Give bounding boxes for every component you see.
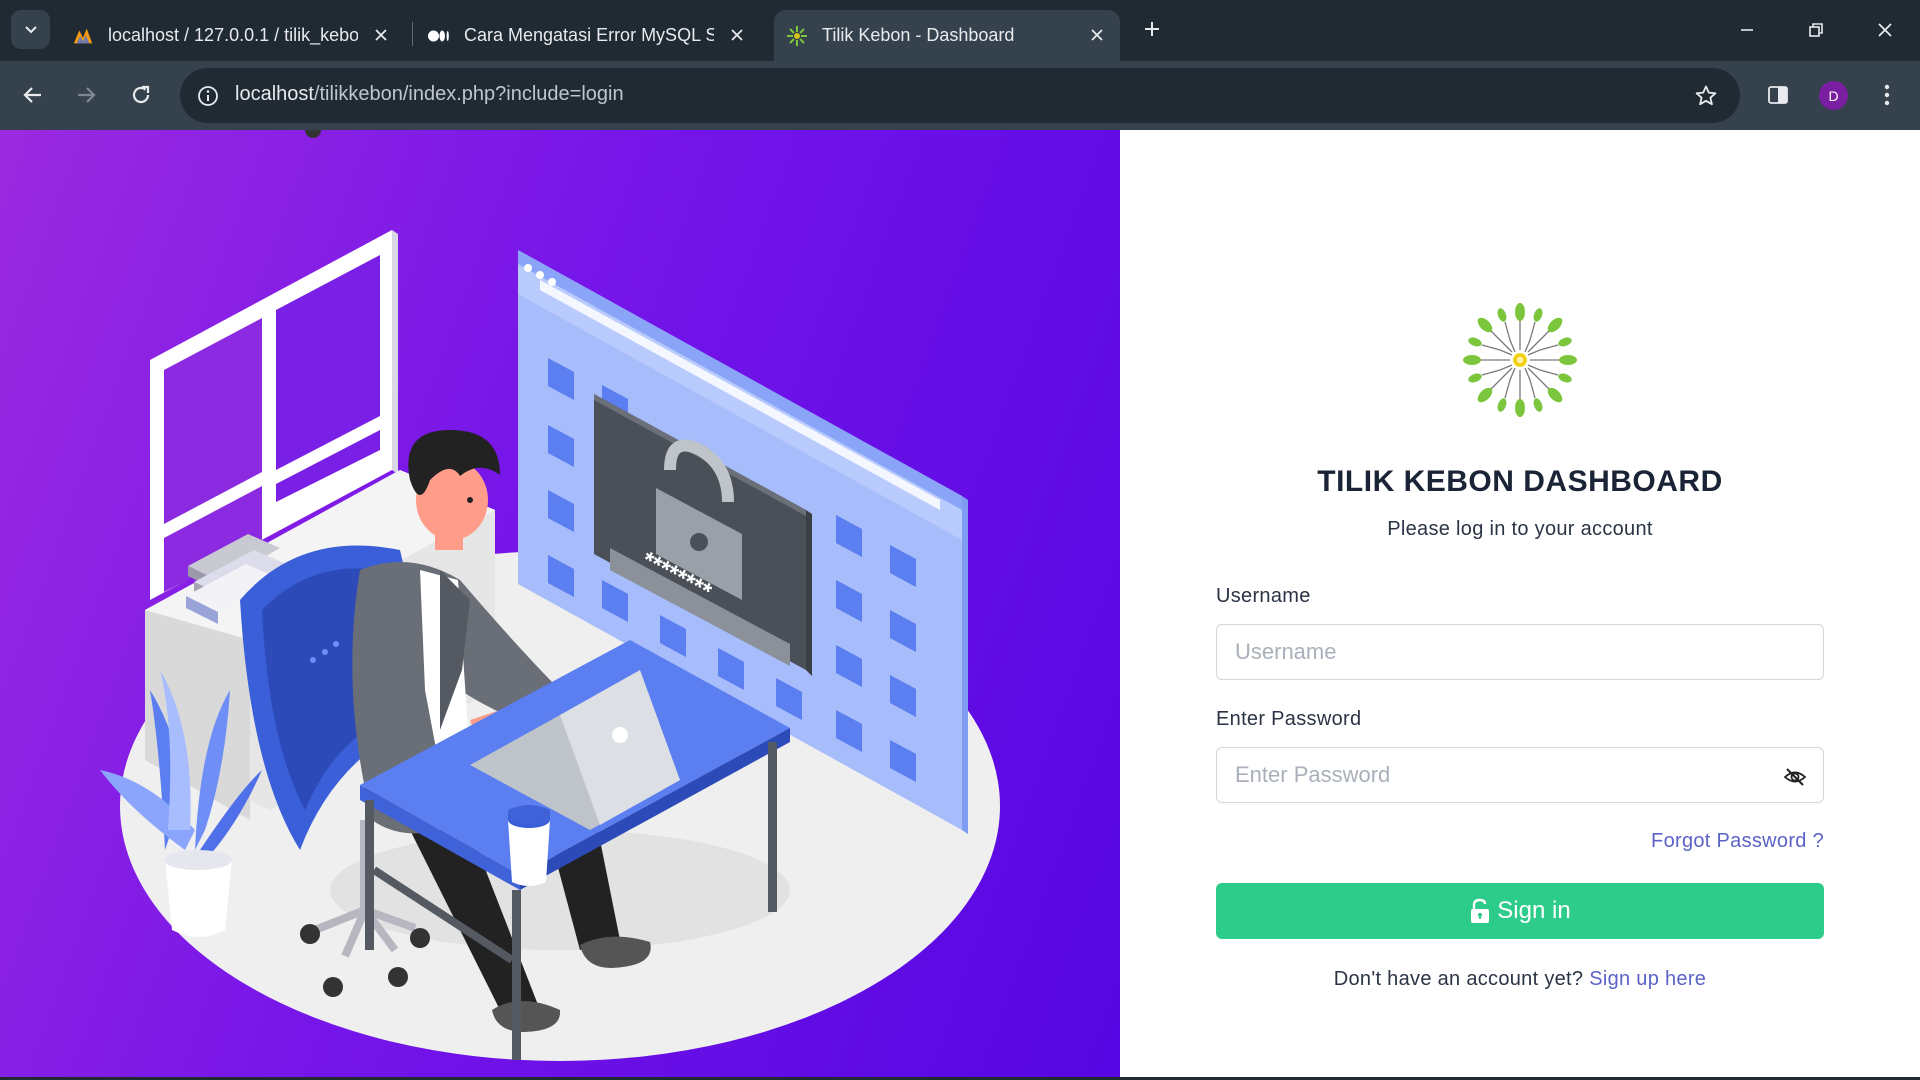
login-subtitle: Please log in to your account (1387, 518, 1653, 540)
password-input[interactable] (1216, 747, 1824, 803)
site-info-icon[interactable] (190, 78, 225, 113)
url-text[interactable]: localhost/tilikkebon/index.php?include=l… (235, 83, 624, 106)
tab-medium[interactable]: Cara Mengatasi Error MySQL Sh (420, 10, 760, 61)
close-icon (1878, 23, 1892, 37)
reload-button[interactable] (121, 75, 161, 115)
tab-bar: localhost / 127.0.0.1 / tilik_kebo Cara … (0, 0, 1920, 61)
restore-icon (1809, 23, 1823, 37)
login-title: TILIK KEBON DASHBOARD (1317, 465, 1723, 498)
address-bar[interactable]: localhost/tilikkebon/index.php?include=l… (180, 68, 1740, 123)
side-panel-icon (1768, 86, 1788, 104)
medium-icon (428, 25, 450, 47)
tilik-kebon-icon (786, 25, 808, 47)
phpmyadmin-icon (72, 25, 94, 47)
forward-button[interactable] (66, 75, 106, 115)
tab-title: Cara Mengatasi Error MySQL Sh (464, 25, 714, 45)
username-input[interactable] (1216, 624, 1824, 680)
bookmark-star-icon[interactable] (1690, 80, 1722, 112)
close-window-button[interactable] (1862, 12, 1908, 48)
minimize-button[interactable] (1724, 12, 1770, 48)
login-security-illustration: ******** (100, 130, 1000, 1061)
restore-button[interactable] (1793, 12, 1839, 48)
no-account-text: Don't have an account yet? (1333, 968, 1584, 990)
back-button[interactable] (13, 75, 53, 115)
tab-search-button[interactable] (11, 10, 50, 49)
more-vertical-icon (1884, 84, 1890, 106)
unlock-icon (1469, 898, 1491, 924)
side-panel-button[interactable] (1758, 75, 1798, 115)
tab-phpmyadmin[interactable]: localhost / 127.0.0.1 / tilik_kebo (64, 10, 404, 61)
arrow-right-icon (78, 87, 96, 103)
plus-icon (1145, 22, 1159, 36)
browser-toolbar: localhost/tilikkebon/index.php?include=l… (0, 61, 1920, 130)
reload-icon (132, 85, 150, 104)
sign-in-label: Sign in (1497, 897, 1571, 924)
minimize-icon (1741, 29, 1753, 31)
forgot-password-link[interactable]: Forgot Password ? (1651, 830, 1824, 853)
login-panel: TILIK KEBON DASHBOARD Please log in to y… (1120, 130, 1920, 1080)
sign-up-link[interactable]: Sign up here (1589, 968, 1706, 990)
tilik-kebon-logo (1463, 303, 1577, 417)
tab-separator (412, 22, 413, 46)
chevron-down-icon (24, 25, 37, 33)
profile-avatar[interactable]: D (1819, 81, 1848, 110)
eye-slash-icon[interactable] (1780, 762, 1810, 792)
hero-panel: ******** (0, 130, 1120, 1080)
new-tab-button[interactable] (1136, 13, 1168, 45)
arrow-left-icon (23, 87, 41, 103)
url-host: localhost (235, 83, 314, 105)
tab-tilik-kebon[interactable]: Tilik Kebon - Dashboard (774, 10, 1120, 61)
tab-title: localhost / 127.0.0.1 / tilik_kebo (108, 25, 358, 45)
close-tab-icon[interactable] (368, 22, 394, 48)
tab-title: Tilik Kebon - Dashboard (822, 25, 1015, 45)
coffee-cup (508, 805, 550, 886)
signup-prompt: Don't have an account yet? Sign up here (1120, 968, 1920, 991)
page-content: ******** TILIK KEBON DASHBOARD Please lo… (0, 130, 1920, 1080)
username-label: Username (1216, 585, 1311, 607)
url-path: /tilikkebon/index.php?include=login (313, 83, 624, 105)
close-tab-icon[interactable] (1084, 22, 1110, 48)
password-label: Enter Password (1216, 708, 1362, 730)
sign-in-button[interactable]: Sign in (1216, 883, 1824, 939)
close-tab-icon[interactable] (724, 22, 750, 48)
browser-menu-button[interactable] (1867, 75, 1907, 115)
